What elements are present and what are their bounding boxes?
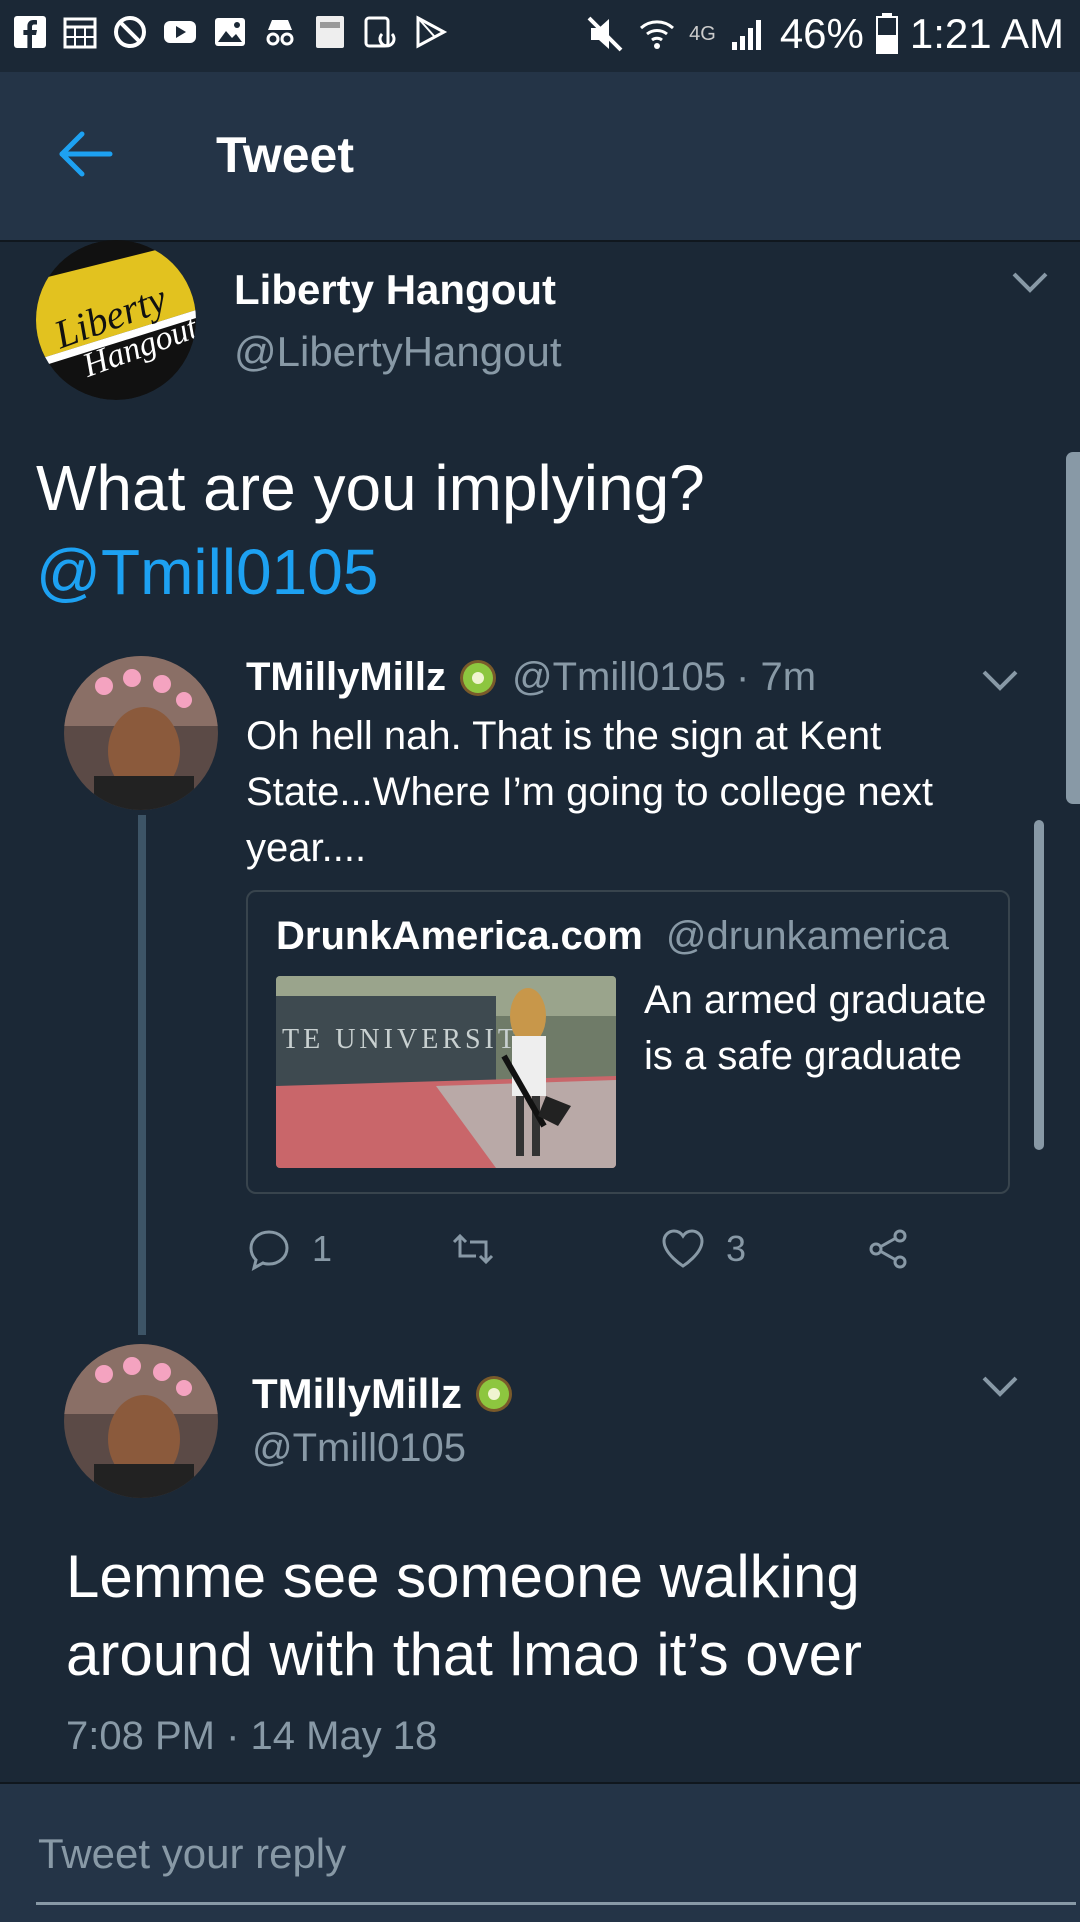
reply-chevron-down-icon[interactable] <box>980 668 1020 694</box>
gallery-icon <box>212 14 248 50</box>
author-handle[interactable]: @LibertyHangout <box>234 328 562 376</box>
author-name[interactable]: Liberty Hangout <box>234 266 556 314</box>
retweet-icon <box>452 1233 494 1265</box>
reply-composer[interactable]: Tweet your reply <box>0 1782 1080 1922</box>
bible-icon <box>312 14 348 50</box>
play-store-icon <box>412 14 448 50</box>
share-action[interactable] <box>866 1226 912 1272</box>
share-icon <box>869 1229 907 1269</box>
main-reply-chevron-down-icon[interactable] <box>980 1374 1020 1400</box>
reply-header: TMillyMillz @Tmill0105 · 7m <box>246 655 816 700</box>
tweet-body: What are you implying? <box>36 452 705 524</box>
reply-author-name[interactable]: TMillyMillz <box>246 655 446 700</box>
avatar-tmillymillz[interactable] <box>64 656 218 810</box>
heart-icon <box>662 1229 704 1268</box>
block-icon <box>112 14 148 50</box>
retweet-action[interactable] <box>450 1226 516 1272</box>
battery-icon <box>875 13 898 54</box>
kiwi-emoji-icon <box>476 1376 512 1412</box>
facebook-icon <box>12 14 48 50</box>
scrollbar-thumb[interactable] <box>1066 452 1080 804</box>
update-icon <box>362 14 398 50</box>
quoted-image-sign-text: TE UNIVERSITY <box>282 1024 543 1055</box>
main-reply-header: TMillyMillz <box>252 1370 514 1418</box>
quoted-tweet-card[interactable]: DrunkAmerica.com @drunkamerica TE UNIVER… <box>246 890 1010 1194</box>
avatar-tmillymillz-main[interactable] <box>64 1344 218 1498</box>
main-reply-author-handle[interactable]: @Tmill0105 <box>252 1426 466 1471</box>
like-action[interactable]: 3 <box>660 1226 746 1272</box>
thread-scrollbar-thumb[interactable] <box>1034 820 1044 1150</box>
like-count: 3 <box>726 1228 747 1269</box>
chevron-down-icon[interactable] <box>1010 270 1050 296</box>
calendar-icon <box>62 14 98 50</box>
signal-icon <box>731 20 761 50</box>
app-bar: Tweet <box>0 72 1080 242</box>
thread-line <box>138 815 146 1335</box>
tweet-text: What are you implying? @Tmill0105 <box>36 446 1036 614</box>
clock: 1:21 AM <box>909 10 1064 57</box>
status-bar: 4G 46% 1:21 AM <box>0 0 1080 72</box>
tweet-actions: 1 3 <box>246 1226 946 1282</box>
battery-percent: 46% <box>779 10 864 57</box>
avatar-liberty-hangout[interactable]: Liberty Hangout <box>36 240 196 400</box>
system-status: 4G 46% 1:21 AM <box>585 10 1064 58</box>
reply-action[interactable]: 1 <box>246 1226 332 1272</box>
reply-input-placeholder[interactable]: Tweet your reply <box>38 1830 346 1878</box>
quoted-author-name: DrunkAmerica.com <box>276 914 643 958</box>
reply-count: 1 <box>312 1228 333 1269</box>
reply-icon <box>249 1230 289 1271</box>
reply-author-handle[interactable]: @Tmill0105 <box>512 655 726 700</box>
quoted-header: DrunkAmerica.com @drunkamerica <box>276 914 949 959</box>
page-title: Tweet <box>216 127 354 183</box>
reply-text: Oh hell nah. That is the sign at Kent St… <box>246 714 934 870</box>
notification-icons <box>12 14 448 50</box>
mention-link[interactable]: @Tmill0105 <box>36 530 1036 614</box>
main-reply-text: Lemme see someone walking around with th… <box>66 1543 862 1688</box>
quoted-text: An armed graduate is a safe graduate <box>644 978 987 1078</box>
kiwi-emoji-icon <box>460 659 496 696</box>
reply-input-underline <box>36 1902 1076 1905</box>
youtube-icon <box>162 14 198 50</box>
incognito-icon <box>262 14 298 50</box>
tweet-timestamp: 7:08 PM · 14 May 18 <box>66 1714 438 1758</box>
main-reply-author-name[interactable]: TMillyMillz <box>252 1370 462 1418</box>
network-type: 4G <box>689 22 716 45</box>
mute-icon <box>587 16 623 52</box>
quoted-image[interactable]: TE UNIVERSITY <box>276 976 616 1168</box>
back-arrow-icon[interactable] <box>56 124 116 184</box>
quoted-author-handle: @drunkamerica <box>665 914 949 958</box>
reply-time: · 7m <box>736 655 817 699</box>
wifi-icon <box>640 20 675 49</box>
